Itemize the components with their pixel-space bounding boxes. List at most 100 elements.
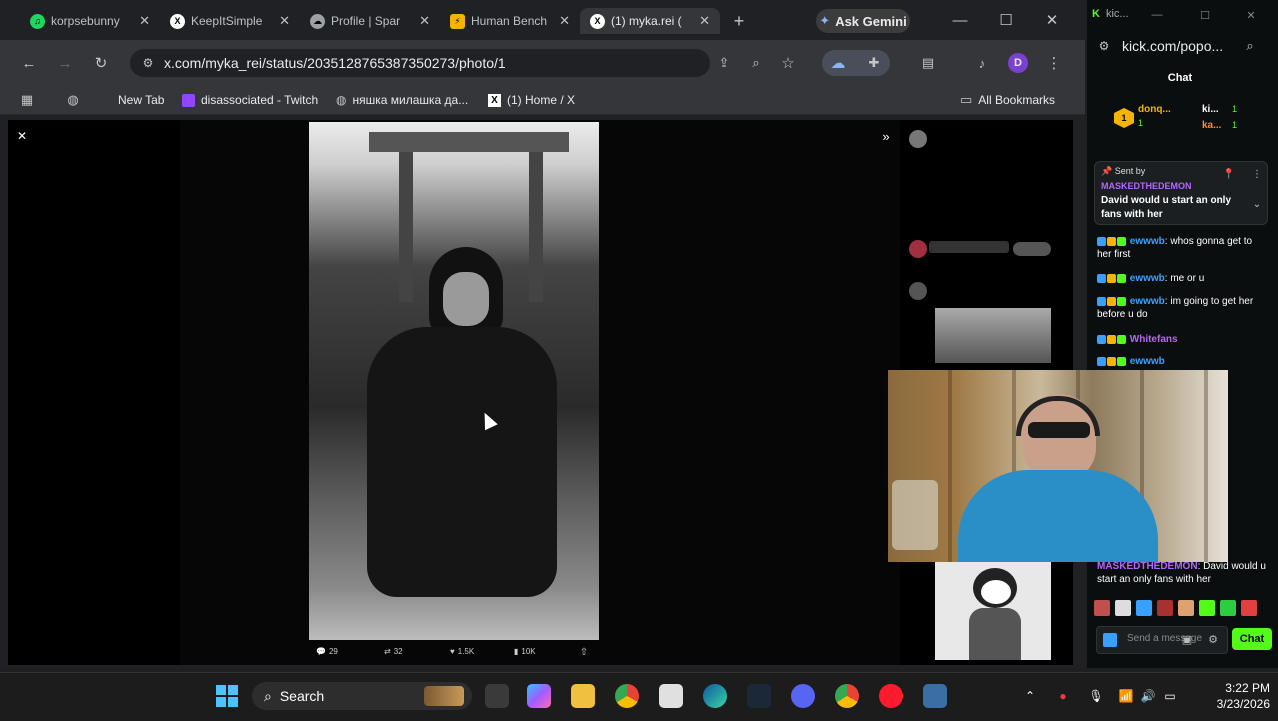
tab-profile[interactable]: ☁ Profile | Spar ✕: [300, 8, 440, 34]
chevron-down-icon[interactable]: ⌄: [1251, 198, 1263, 210]
chat-username[interactable]: Whitefans: [1130, 334, 1178, 345]
leader-name[interactable]: ka...: [1202, 120, 1221, 131]
ask-gemini-button[interactable]: ✦ Ask Gemini: [816, 9, 910, 33]
close-icon[interactable]: ✕: [699, 13, 710, 29]
task-view-icon[interactable]: [485, 684, 509, 708]
maximize-icon[interactable]: ☐: [996, 10, 1016, 30]
chat-username[interactable]: ewwwb: [1130, 356, 1165, 367]
zoom-icon[interactable]: ⌕: [746, 53, 766, 73]
menu-icon[interactable]: ⋮: [1044, 53, 1064, 73]
search-icon[interactable]: ⌕: [1242, 38, 1258, 54]
reload-icon[interactable]: ↻: [90, 52, 112, 74]
battery-icon[interactable]: ▭: [1162, 688, 1178, 704]
chat-username[interactable]: MASKEDTHEDEMON: [1097, 561, 1198, 572]
edge-icon[interactable]: [703, 684, 727, 708]
globe-icon[interactable]: ◍: [64, 90, 82, 110]
store-icon[interactable]: [659, 684, 683, 708]
leader-name[interactable]: donq...: [1138, 104, 1171, 115]
reply-image-chibi[interactable]: [935, 562, 1051, 660]
all-bookmarks-button[interactable]: ▭ All Bookmarks: [960, 90, 1055, 110]
pinned-message[interactable]: 📌 Sent by MASKEDTHEDEMON David would u s…: [1094, 161, 1268, 225]
chat-username[interactable]: ewwwb: [1130, 273, 1165, 284]
leader-name[interactable]: ki...: [1202, 104, 1219, 115]
close-window-icon[interactable]: ✕: [1244, 8, 1258, 22]
forward-icon[interactable]: →: [54, 52, 76, 74]
more-icon[interactable]: ⋮: [1251, 168, 1263, 180]
settings-icon[interactable]: ⚙: [1206, 632, 1220, 646]
opera-icon[interactable]: [879, 684, 903, 708]
emote-icon[interactable]: [1094, 600, 1110, 616]
cloud-extension-icon[interactable]: ☁: [828, 53, 848, 73]
emote-icon[interactable]: [1220, 600, 1236, 616]
chrome-icon[interactable]: [835, 684, 859, 708]
kick-tab[interactable]: K kic...: [1092, 8, 1129, 20]
site-info-icon[interactable]: ⚙: [1096, 38, 1112, 54]
install-app-icon[interactable]: ⇪: [714, 53, 734, 73]
microphone-icon[interactable]: 🎙: [1088, 688, 1104, 704]
emote-icon[interactable]: [1136, 600, 1152, 616]
avatar[interactable]: [909, 130, 927, 148]
close-icon[interactable]: ✕: [419, 13, 430, 29]
like-action[interactable]: ♥ 1.5K: [450, 647, 474, 656]
minimize-icon[interactable]: —: [950, 10, 970, 30]
pinned-user[interactable]: MASKEDTHEDEMON: [1101, 181, 1192, 191]
reply-image[interactable]: [935, 308, 1051, 363]
emote-icon[interactable]: [1241, 600, 1257, 616]
emote-icon[interactable]: [1178, 600, 1194, 616]
repost-action[interactable]: ⇄ 32: [384, 647, 403, 656]
close-window-icon[interactable]: ✕: [1042, 10, 1062, 30]
close-icon[interactable]: ✕: [279, 13, 290, 29]
post-photo[interactable]: [309, 122, 599, 640]
bookmark-twitch[interactable]: disassociated - Twitch: [182, 90, 318, 110]
views-action[interactable]: ▮ 10K: [514, 647, 536, 656]
bookmark-star-icon[interactable]: ☆: [778, 53, 798, 73]
tab-keepitsimple[interactable]: X KeepItSimple ✕: [160, 8, 300, 34]
profile-avatar[interactable]: D: [1008, 53, 1028, 73]
tab-spotify[interactable]: ♫ korpsebunny ✕: [20, 8, 160, 34]
reply-button[interactable]: [1013, 242, 1051, 256]
close-icon[interactable]: ✕: [139, 13, 150, 29]
apps-grid-icon[interactable]: ▦: [18, 90, 36, 110]
bookmark-x-home[interactable]: X (1) Home / X: [488, 90, 575, 110]
steam-icon[interactable]: [747, 684, 771, 708]
file-explorer-icon[interactable]: [571, 684, 595, 708]
media-controls-icon[interactable]: ♪: [972, 53, 992, 73]
emote-icon[interactable]: [1199, 600, 1215, 616]
close-icon[interactable]: ✕: [559, 13, 570, 29]
bookmark-nyashka[interactable]: ◍ няшка милашка да...: [336, 90, 468, 110]
tab-human-bench[interactable]: ⚡ Human Bench ✕: [440, 8, 580, 34]
windows-start-icon[interactable]: [216, 685, 238, 707]
unpin-icon[interactable]: 📍: [1223, 168, 1235, 180]
emote-icon[interactable]: [1115, 600, 1131, 616]
taskbar-search[interactable]: ⌕ Search: [252, 682, 472, 710]
chat-username[interactable]: ewwwb: [1130, 296, 1165, 307]
reply-input[interactable]: [929, 241, 1009, 253]
chat-username[interactable]: ewwwb: [1130, 236, 1165, 247]
chevron-up-icon[interactable]: ⌃: [1022, 688, 1038, 704]
emote-icon[interactable]: [1157, 600, 1173, 616]
puzzle-icon[interactable]: ✚: [864, 53, 884, 73]
tray-app-icon[interactable]: ●: [1055, 688, 1071, 704]
wifi-icon[interactable]: 📶: [1118, 688, 1134, 704]
address-bar[interactable]: ⚙ x.com/myka_rei/status/2035128765387350…: [130, 49, 710, 77]
maximize-icon[interactable]: ☐: [1198, 8, 1212, 22]
bookmark-new-tab[interactable]: New Tab: [118, 90, 164, 110]
close-viewer-icon[interactable]: ✕: [14, 128, 30, 144]
copilot-icon[interactable]: [527, 684, 551, 708]
new-tab-icon[interactable]: +: [728, 10, 750, 32]
back-icon[interactable]: ←: [18, 52, 40, 74]
chrome-icon[interactable]: [615, 684, 639, 708]
reply-action[interactable]: 💬 29: [316, 647, 338, 656]
volume-icon[interactable]: 🔊: [1140, 688, 1156, 704]
clock[interactable]: 3:22 PM 3/23/2026: [1200, 680, 1270, 712]
discord-icon[interactable]: [791, 684, 815, 708]
send-chat-button[interactable]: Chat: [1232, 628, 1272, 650]
minimize-icon[interactable]: —: [1150, 8, 1164, 22]
tab-search-icon[interactable]: ▤: [918, 53, 938, 73]
obs-icon[interactable]: [923, 684, 947, 708]
share-icon[interactable]: ⇧: [578, 646, 590, 658]
emote-picker-icon[interactable]: ▣: [1180, 632, 1194, 646]
expand-sidebar-icon[interactable]: »: [878, 128, 894, 144]
site-info-icon[interactable]: ⚙: [140, 55, 156, 71]
tab-myka-rei[interactable]: X (1) myka.rei ( ✕: [580, 8, 720, 34]
